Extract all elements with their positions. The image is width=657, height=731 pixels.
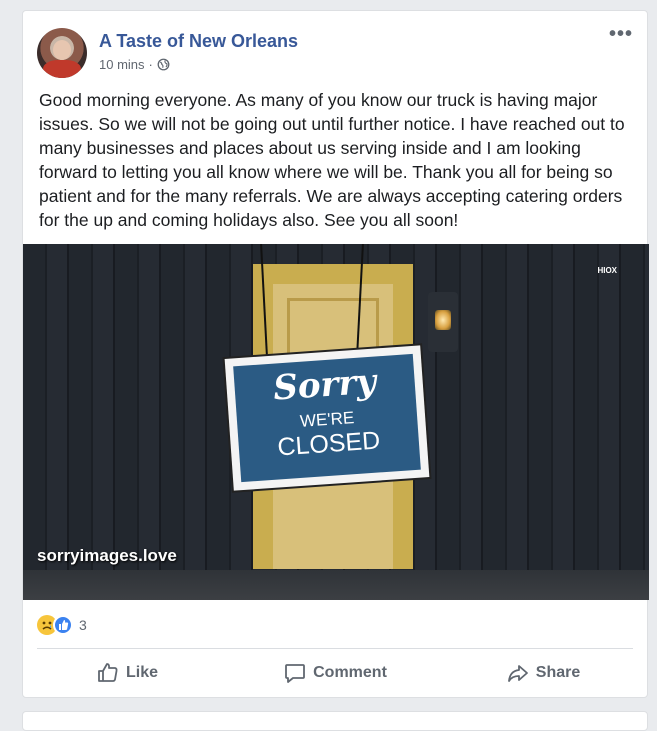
post-text: Good morning everyone. As many of you kn… <box>39 90 625 230</box>
post-card: A Taste of New Orleans 10 mins · ••• Goo… <box>22 10 649 698</box>
meta-separator: · <box>148 57 153 72</box>
like-label: Like <box>125 664 158 681</box>
comment-icon <box>285 664 306 683</box>
thumbs-up-icon <box>98 663 118 682</box>
share-label: Share <box>535 664 581 681</box>
lamp-graphic <box>428 292 458 352</box>
action-divider <box>37 648 633 649</box>
like-reaction-icon <box>53 615 73 635</box>
comment-label: Comment <box>313 664 387 681</box>
next-post-card <box>22 711 648 731</box>
like-button[interactable]: Like <box>23 656 231 690</box>
comment-button[interactable]: Comment <box>231 656 439 690</box>
post-timestamp[interactable]: 10 mins <box>99 57 145 72</box>
share-button[interactable]: Share <box>439 656 647 690</box>
post-meta: 10 mins · <box>99 57 170 72</box>
reaction-summary[interactable]: 3 <box>37 615 87 635</box>
image-watermark: sorryimages.love <box>37 546 177 565</box>
page-name-link[interactable]: A Taste of New Orleans <box>99 31 298 52</box>
sign-sorry-text: Sorry <box>272 361 378 409</box>
closed-sign: Sorry WE'RE CLOSED <box>224 345 430 491</box>
post-image[interactable]: Sorry WE'RE CLOSED HIOX sorryimages.love <box>23 244 649 600</box>
share-icon <box>507 665 528 682</box>
more-options-button[interactable]: ••• <box>609 24 633 44</box>
post-actions: Like Comment Share <box>23 656 647 690</box>
reaction-count: 3 <box>79 617 87 633</box>
globe-icon[interactable] <box>157 58 170 71</box>
page-avatar[interactable] <box>37 28 87 78</box>
image-corner-mark: HIOX <box>597 266 617 275</box>
